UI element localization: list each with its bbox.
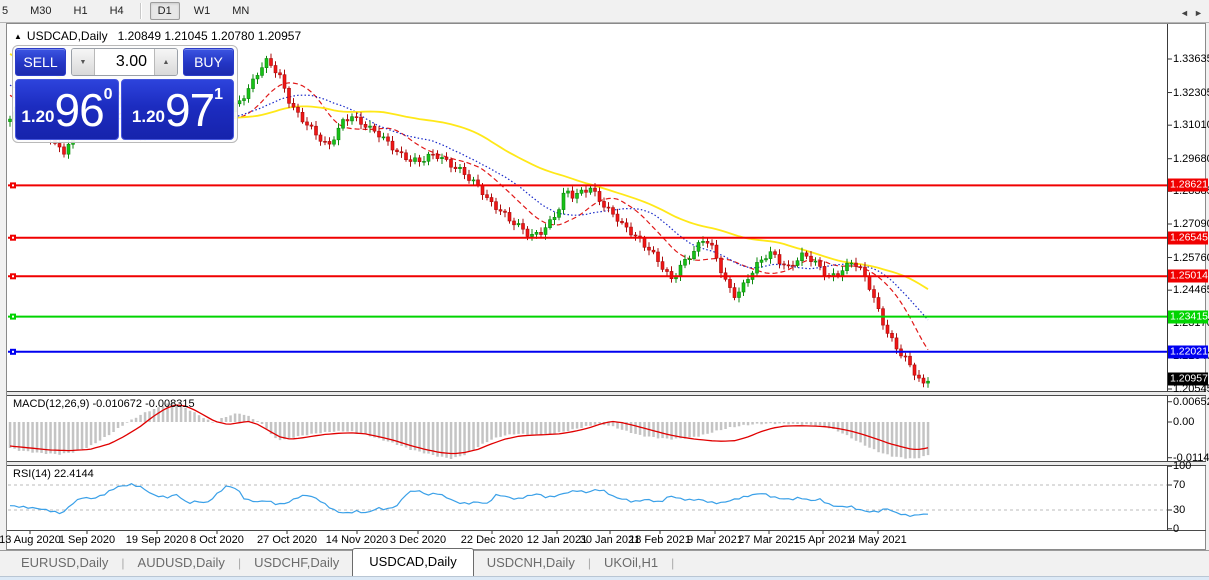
macd-tick-label: 0.006521 — [1173, 395, 1209, 408]
macd-panel-separator[interactable] — [7, 391, 1206, 396]
buy-button[interactable]: BUY — [183, 48, 234, 76]
tab-eurusd-daily[interactable]: EURUSD,Daily — [8, 551, 121, 576]
price-tick-label: 1.27090 — [1173, 217, 1209, 230]
timeframe-toolbar: 5 M30 H1 H4 D1 W1 MN — [0, 0, 1209, 23]
tab-scroll-right-icon[interactable]: ► — [1194, 8, 1203, 18]
sell-button[interactable]: SELL — [15, 48, 66, 76]
date-tick-label: 27 Oct 2020 — [257, 534, 317, 546]
volume-decrease-icon[interactable]: ▼ — [72, 49, 95, 75]
time-axis-border — [7, 530, 1206, 531]
mt4-terminal: 5 M30 H1 H4 D1 W1 MN ▲ USDCAD,Daily 1.20849 1.21… — [0, 0, 1209, 580]
timeframe-button-H1[interactable]: H1 — [66, 2, 96, 20]
rsi-panel-separator[interactable] — [7, 461, 1206, 466]
tab-usdcad-daily[interactable]: USDCAD,Daily — [352, 548, 474, 576]
price-tick-label: 1.31010 — [1173, 119, 1209, 132]
hline-price-badge: 1.22021 — [1168, 345, 1208, 359]
timeframe-button-M30[interactable]: M30 — [22, 2, 59, 20]
date-tick-label: 4 May 2021 — [849, 534, 907, 546]
price-tick-label: 1.25760 — [1173, 251, 1209, 264]
price-tick-label: 1.24465 — [1173, 284, 1209, 297]
buy-price-button[interactable]: 1.20 97 1 — [121, 79, 234, 140]
hline-price-badge: 1.26545 — [1168, 231, 1208, 245]
buy-price-pips: 97 — [165, 83, 215, 136]
timeframe-button-MN[interactable]: MN — [224, 2, 257, 20]
chart-tab-bar: EURUSD,Daily | AUDUSD,Daily | USDCHF,Daily US… — [0, 548, 1209, 577]
tab-usdchf-daily[interactable]: USDCHF,Daily — [241, 551, 352, 576]
tab-divider: | — [671, 556, 675, 570]
sell-price-button[interactable]: 1.20 96 0 — [15, 79, 119, 140]
sell-price-pips: 96 — [54, 83, 105, 136]
hline-price-badge: 1.25014 — [1168, 269, 1208, 283]
sell-price-major: 1.20 — [21, 106, 55, 126]
timeframe-button-W1[interactable]: W1 — [186, 2, 219, 20]
volume-increase-icon[interactable]: ▲ — [154, 49, 177, 75]
buy-price-major: 1.20 — [131, 106, 165, 126]
date-tick-label: 22 Dec 2020 — [460, 534, 524, 546]
buy-price-point: 1 — [214, 86, 224, 103]
timeframe-button-5[interactable]: 5 — [0, 2, 16, 20]
rsi-tick-label: 30 — [1173, 504, 1186, 516]
timeframe-button-D1[interactable]: D1 — [149, 2, 180, 20]
rsi-indicator-label: RSI(14) 22.4144 — [13, 468, 94, 480]
tab-ukoil-h1[interactable]: UKOil,H1 — [591, 551, 671, 576]
chart-window-icon: ▲ — [14, 32, 22, 41]
hline-price-badge: 1.23415 — [1168, 310, 1208, 324]
rsi-tick-label: 0 — [1173, 522, 1180, 535]
date-tick-label: 1 Sep 2020 — [58, 534, 116, 546]
price-tick-label: 1.32305 — [1173, 86, 1209, 99]
macd-tick-label: 0.00 — [1173, 416, 1195, 428]
tab-scroll-left-icon[interactable]: ◄ — [1180, 8, 1189, 18]
toolbar-separator — [139, 3, 142, 19]
date-tick-label: 14 Nov 2020 — [325, 534, 389, 546]
price-tick-label: 1.29680 — [1173, 152, 1209, 165]
rsi-tick-label: 100 — [1173, 460, 1192, 473]
date-tick-label: 8 Oct 2020 — [190, 534, 244, 546]
ohlc-values: 1.20849 1.21045 1.20780 1.20957 — [117, 29, 302, 43]
macd-indicator-label: MACD(12,26,9) -0.010672 -0.008315 — [13, 398, 195, 410]
current-price-badge: 1.20957 — [1168, 372, 1208, 386]
sell-price-point: 0 — [103, 86, 113, 103]
volume-spinner: ▼ 3.00 ▲ — [71, 48, 178, 76]
timeframe-button-H4[interactable]: H4 — [102, 2, 132, 20]
one-click-trading-panel: SELL ▼ 3.00 ▲ BUY 1.20 96 0 1.20 97 1 — [12, 45, 238, 143]
volume-input[interactable]: 3.00 — [95, 49, 154, 75]
price-tick-label: 1.33635 — [1173, 53, 1209, 65]
chart-title: ▲ USDCAD,Daily 1.20849 1.21045 1.20780 1.2… — [14, 29, 301, 43]
chart-symbol-label: USDCAD,Daily — [26, 29, 108, 43]
hline-price-badge: 1.28621 — [1168, 178, 1208, 192]
date-tick-label: 3 Dec 2020 — [389, 534, 447, 546]
tab-usdcnh-daily[interactable]: USDCNH,Daily — [474, 551, 588, 576]
tab-audusd-daily[interactable]: AUDUSD,Daily — [125, 551, 238, 576]
rsi-tick-label: 70 — [1173, 479, 1186, 491]
